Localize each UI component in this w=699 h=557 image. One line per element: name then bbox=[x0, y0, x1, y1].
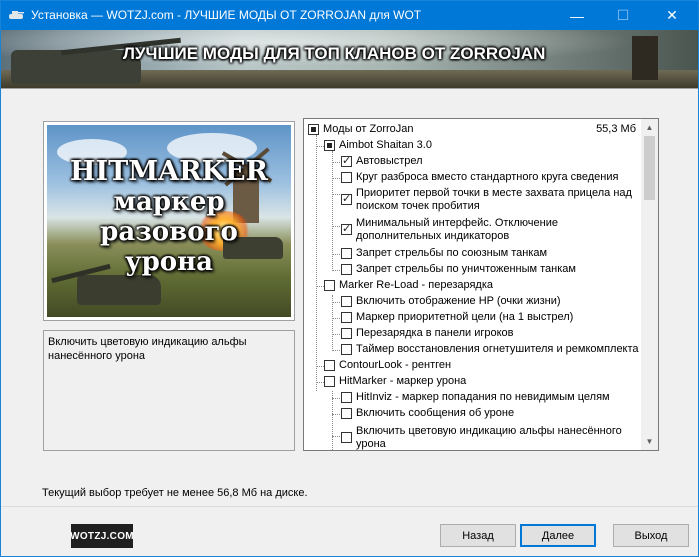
vertical-scrollbar[interactable]: ▲ ▼ bbox=[641, 119, 658, 450]
checkbox[interactable] bbox=[341, 192, 352, 205]
tank-app-icon bbox=[9, 11, 24, 19]
header-banner: ЛУЧШИЕ МОДЫ ДЛЯ ТОП КЛАНОВ ОТ ZORROJAN bbox=[1, 30, 698, 88]
tree-item-damage-messages[interactable]: Включить сообщения об уроне bbox=[304, 406, 642, 422]
tree-item-no-dead-fire[interactable]: Запрет стрельбы по уничтоженным танкам bbox=[304, 262, 642, 278]
checkbox[interactable] bbox=[341, 154, 352, 167]
brand-logo: WOTZJ.COM bbox=[70, 524, 134, 548]
tree-item-label: ContourLook - рентген bbox=[339, 359, 452, 371]
checkbox[interactable] bbox=[341, 222, 352, 235]
window-title: Установка — WOTZJ.com - ЛУЧШИЕ МОДЫ ОТ Z… bbox=[31, 8, 422, 22]
tree-item-label: Перезарядка в панели игроков bbox=[356, 327, 514, 339]
tree-item-label: Включить цветовую индикацию альфы нанесё… bbox=[356, 425, 622, 450]
tree-item-autoshot[interactable]: Автовыстрел bbox=[304, 154, 642, 170]
preview-frame: HITMARKER маркер разового урона bbox=[43, 121, 295, 321]
tree-item-show-hp[interactable]: Включить отображение HP (очки жизни) bbox=[304, 294, 642, 310]
footer-divider bbox=[1, 506, 698, 507]
scroll-up-arrow-icon[interactable]: ▲ bbox=[641, 119, 658, 136]
checkbox[interactable] bbox=[341, 392, 352, 403]
tree-item-label: Круг разброса вместо стандартного круга … bbox=[356, 171, 619, 183]
checkbox[interactable] bbox=[308, 124, 319, 135]
preview-caption-line: маркер bbox=[113, 187, 225, 217]
tree-item-label: Минимальный интерфейс. Отключение дополн… bbox=[356, 217, 558, 242]
components-tree: Моды от ZorroJan 55,3 Мб Aimbot Shaitan … bbox=[304, 119, 642, 450]
exit-button[interactable]: Выход bbox=[613, 524, 689, 547]
tree-item-label: Aimbot Shaitan 3.0 bbox=[339, 139, 432, 151]
checkbox[interactable] bbox=[341, 328, 352, 339]
checkbox[interactable] bbox=[324, 140, 335, 151]
scrollbar-thumb[interactable] bbox=[644, 136, 655, 200]
preview-image: HITMARKER маркер разового урона bbox=[47, 125, 291, 317]
back-button[interactable]: Назад bbox=[440, 524, 516, 547]
tree-item-label: HitMarker - маркер урона bbox=[339, 375, 467, 387]
checkbox[interactable] bbox=[341, 432, 352, 443]
preview-caption: HITMARKER маркер разового урона bbox=[47, 156, 291, 278]
tree-item-label: Запрет стрельбы по уничтоженным танкам bbox=[356, 263, 576, 275]
tree-item-root[interactable]: Моды от ZorroJan 55,3 Мб bbox=[304, 122, 642, 138]
checkbox[interactable] bbox=[341, 296, 352, 307]
tank-shape bbox=[77, 275, 161, 305]
tree-item-minimal-interface[interactable]: Минимальный интерфейс. Отключение дополн… bbox=[304, 216, 642, 244]
tree-item-contourlook[interactable]: ContourLook - рентген bbox=[304, 358, 642, 374]
tree-item-priority-target[interactable]: Маркер приоритетной цели (на 1 выстрел) bbox=[304, 310, 642, 326]
tree-item-label: HitInviz - маркер попадания по невидимым… bbox=[356, 391, 610, 403]
banner-tank-image bbox=[11, 50, 141, 84]
close-button[interactable]: ✕ bbox=[646, 1, 698, 30]
tree-item-label: Моды от ZorroJan bbox=[323, 123, 414, 135]
tree-item-hitinviz[interactable]: HitInviz - маркер попадания по невидимым… bbox=[304, 390, 642, 406]
tree-item-no-ally-fire[interactable]: Запрет стрельбы по союзным танкам bbox=[304, 246, 642, 262]
tree-item-dispersion-circle[interactable]: Круг разброса вместо стандартного круга … bbox=[304, 170, 642, 186]
next-button[interactable]: Далее bbox=[520, 524, 596, 547]
checkbox[interactable] bbox=[341, 172, 352, 183]
tree-item-label: Автовыстрел bbox=[356, 155, 423, 167]
installer-window: Установка — WOTZJ.com - ЛУЧШИЕ МОДЫ ОТ Z… bbox=[0, 0, 699, 557]
components-list[interactable]: Моды от ZorroJan 55,3 Мб Aimbot Shaitan … bbox=[303, 118, 659, 451]
tree-item-label: Маркер приоритетной цели (на 1 выстрел) bbox=[356, 311, 574, 323]
checkbox[interactable] bbox=[324, 280, 335, 291]
tree-item-hitmarker[interactable]: HitMarker - маркер урона bbox=[304, 374, 642, 390]
checkbox[interactable] bbox=[341, 344, 352, 355]
tree-item-label: Включить сообщения об уроне bbox=[356, 407, 515, 419]
title-bar[interactable]: Установка — WOTZJ.com - ЛУЧШИЕ МОДЫ ОТ Z… bbox=[1, 1, 698, 30]
checkbox[interactable] bbox=[324, 360, 335, 371]
checkbox[interactable] bbox=[341, 264, 352, 275]
tree-item-aimbot[interactable]: Aimbot Shaitan 3.0 bbox=[304, 138, 642, 154]
banner-divider bbox=[1, 88, 698, 89]
preview-caption-line: урона bbox=[124, 247, 214, 277]
tree-item-damage-alpha-color[interactable]: Включить цветовую индикацию альфы нанесё… bbox=[304, 424, 642, 450]
tree-item-reload-in-panel[interactable]: Перезарядка в панели игроков bbox=[304, 326, 642, 342]
disk-space-info: Текущий выбор требует не менее 56,8 Мб н… bbox=[42, 487, 308, 499]
tree-item-first-point-priority[interactable]: Приоритет первой точки в месте захвата п… bbox=[304, 186, 642, 214]
banner-tower-image bbox=[632, 36, 658, 80]
tree-item-marker-reload[interactable]: Marker Re-Load - перезарядка bbox=[304, 278, 642, 294]
checkbox[interactable] bbox=[341, 312, 352, 323]
tree-item-label: Запрет стрельбы по союзным танкам bbox=[356, 247, 548, 259]
component-description: Включить цветовую индикацию альфы нанесё… bbox=[43, 330, 295, 451]
tree-item-extinguisher-timer[interactable]: Таймер восстановления огнетушителя и рем… bbox=[304, 342, 642, 358]
preview-caption-line: HITMARKER bbox=[70, 156, 268, 187]
tree-item-label: Приоритет первой точки в месте захвата п… bbox=[356, 187, 632, 212]
tree-item-label: Marker Re-Load - перезарядка bbox=[339, 279, 494, 291]
minimize-button[interactable]: — bbox=[554, 1, 600, 30]
checkbox[interactable] bbox=[341, 408, 352, 419]
checkbox[interactable] bbox=[341, 248, 352, 259]
banner-title: ЛУЧШИЕ МОДЫ ДЛЯ ТОП КЛАНОВ ОТ ZORROJAN bbox=[123, 44, 546, 63]
scroll-down-arrow-icon[interactable]: ▼ bbox=[641, 433, 658, 450]
tree-item-label: Включить отображение HP (очки жизни) bbox=[356, 295, 561, 307]
maximize-button[interactable]: ☐ bbox=[600, 1, 646, 30]
tree-item-label: Таймер восстановления огнетушителя и рем… bbox=[356, 343, 639, 355]
tree-item-size: 55,3 Мб bbox=[596, 123, 636, 135]
checkbox[interactable] bbox=[324, 376, 335, 387]
preview-caption-line: разового bbox=[100, 217, 238, 247]
